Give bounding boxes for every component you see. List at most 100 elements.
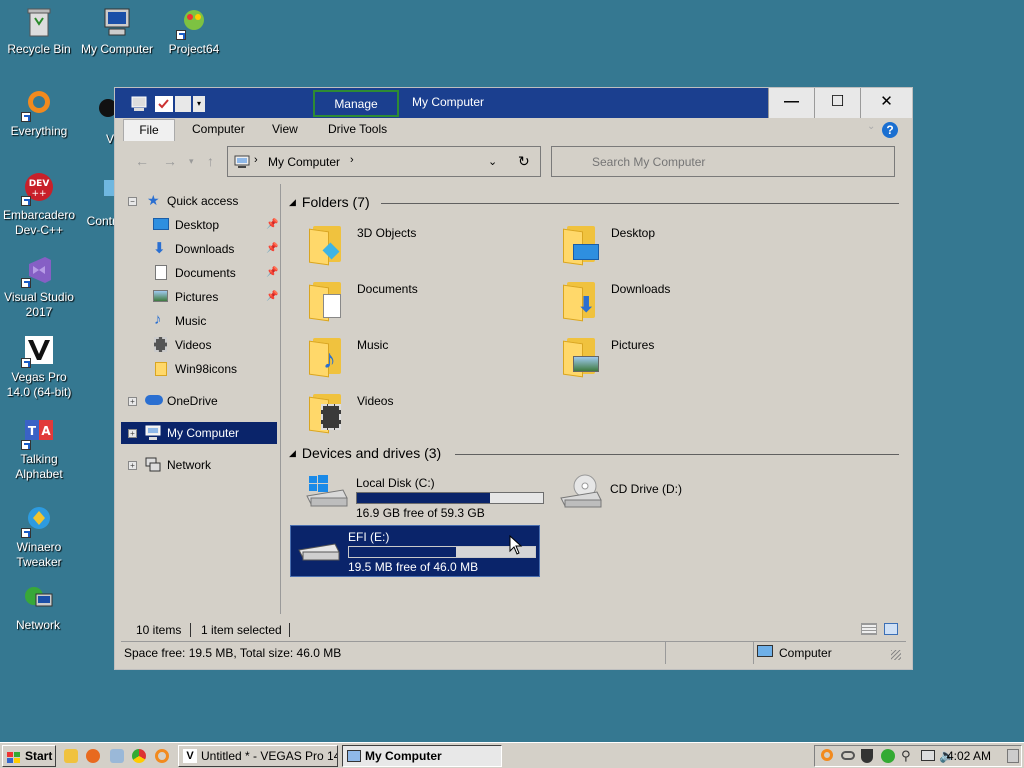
status-separator <box>665 642 666 664</box>
desktop-icon-devcpp[interactable]: DEV ++ Embarcadero Dev-C++ <box>1 172 77 238</box>
talking-alphabet-icon: TA <box>21 416 55 450</box>
project64-icon <box>176 6 210 40</box>
folder-item[interactable]: ⬇ Downloads <box>561 278 811 328</box>
tab-view[interactable]: View <box>272 122 298 136</box>
desktop-icon-talking-alphabet[interactable]: TA Talking Alphabet <box>1 416 77 482</box>
network-tray-icon[interactable] <box>921 750 935 761</box>
my-computer-icon <box>101 6 133 38</box>
qat-dropdown-icon[interactable]: ▾ <box>193 96 205 112</box>
drives-group-header[interactable]: ◢ Devices and drives (3) <box>289 445 441 461</box>
start-button[interactable]: Start <box>2 745 56 767</box>
nav-downloads[interactable]: ⬇ Downloads 📌 <box>121 238 278 260</box>
network-icon <box>22 582 54 614</box>
drive-item-e[interactable]: EFI (E:) 19.5 MB free of 46.0 MB <box>290 525 540 577</box>
details-view-icon[interactable] <box>861 623 877 635</box>
cloud-tray-icon[interactable] <box>841 751 855 760</box>
help-icon[interactable]: ? <box>882 122 898 138</box>
folder-item[interactable]: Documents <box>307 278 557 328</box>
up-arrow-icon[interactable]: ↑ <box>207 153 214 169</box>
taskbar-button-label: Untitled * - VEGAS Pro 14.0 <box>201 749 338 763</box>
desktop-icon-recycle-bin[interactable]: Recycle Bin <box>1 6 77 57</box>
desktop-icon-network[interactable]: Network <box>0 582 76 633</box>
folder-item[interactable]: 3D Objects <box>307 222 557 272</box>
pane-splitter[interactable] <box>280 184 281 614</box>
computer-address-icon <box>234 155 250 172</box>
firefox-quicklaunch-icon[interactable] <box>86 749 100 763</box>
close-button[interactable]: ✕ <box>860 88 912 118</box>
folder-item[interactable]: Videos <box>307 390 557 440</box>
pin-icon[interactable]: 📌 <box>266 243 278 254</box>
large-icons-view-icon[interactable] <box>884 623 898 635</box>
resize-grip-icon[interactable] <box>891 650 901 660</box>
folder-label: Music <box>357 338 389 352</box>
taskbar-button-my-computer[interactable]: My Computer <box>342 745 502 767</box>
pin-icon[interactable]: 📌 <box>266 219 278 230</box>
title-bar[interactable]: ▾ Manage My Computer — ☐ ✕ <box>115 88 912 118</box>
expand-icon[interactable]: + <box>128 461 137 470</box>
folder-item[interactable]: Desktop <box>561 222 811 272</box>
folders-group-header[interactable]: ◢ Folders (7) <box>289 194 370 210</box>
shield-tray-icon[interactable] <box>861 749 873 763</box>
desktop-icon-partial-v[interactable]: V <box>72 96 114 147</box>
search-input[interactable] <box>551 146 895 177</box>
tab-computer[interactable]: Computer <box>192 122 245 136</box>
nav-win98icons[interactable]: Win98icons <box>121 358 277 380</box>
address-dropdown-icon[interactable]: ⌄ <box>488 155 497 168</box>
desktop-icon-everything[interactable]: Everything <box>1 88 77 139</box>
nav-quick-access[interactable]: − ★ Quick access <box>121 190 277 212</box>
desktop-icon-visual-studio[interactable]: Visual Studio 2017 <box>1 254 77 320</box>
desktop-icon-winaero[interactable]: Winaero Tweaker <box>1 504 77 570</box>
search-quicklaunch-icon[interactable] <box>155 749 169 763</box>
nav-videos[interactable]: Videos <box>121 334 277 356</box>
breadcrumb-separator-icon: › <box>350 154 354 166</box>
expand-icon[interactable]: + <box>128 429 137 438</box>
computer-small-icon[interactable] <box>131 96 147 112</box>
pin-icon[interactable]: 📌 <box>266 291 278 302</box>
new-folder-icon[interactable] <box>175 96 191 112</box>
keyboard-quicklaunch-icon[interactable] <box>110 749 124 763</box>
ribbon-expand-icon[interactable]: ⌄ <box>867 121 875 132</box>
show-desktop-icon[interactable] <box>1007 749 1019 763</box>
window-title: My Computer <box>412 95 485 109</box>
folder-item[interactable]: ♪ Music <box>307 334 557 384</box>
folder-item[interactable]: Pictures <box>561 334 811 384</box>
explorer-quicklaunch-icon[interactable] <box>64 749 78 763</box>
chrome-quicklaunch-icon[interactable] <box>132 749 146 763</box>
back-arrow-icon[interactable]: ← <box>135 153 149 169</box>
nav-desktop[interactable]: Desktop 📌 <box>121 214 278 236</box>
pin-icon[interactable]: 📌 <box>266 267 278 278</box>
tab-drive-tools[interactable]: Drive Tools <box>328 122 387 136</box>
pictures-folder-icon <box>563 334 599 378</box>
clock[interactable]: 4:02 AM <box>947 749 991 763</box>
nav-network[interactable]: + Network <box>121 454 277 476</box>
collapse-icon[interactable]: − <box>128 197 137 206</box>
drive-item-d[interactable]: CD Drive (D:) <box>553 472 803 524</box>
taskbar-button-vegas[interactable]: V Untitled * - VEGAS Pro 14.0 <box>178 745 338 767</box>
update-tray-icon[interactable] <box>881 749 895 763</box>
forward-arrow-icon[interactable]: → <box>163 153 177 169</box>
nav-music[interactable]: ♪ Music <box>121 310 277 332</box>
tab-file[interactable]: File <box>123 119 175 141</box>
nav-onedrive[interactable]: + OneDrive <box>121 390 277 412</box>
desktop-icon-vegas[interactable]: Vegas Pro 14.0 (64-bit) <box>1 334 77 400</box>
maximize-button[interactable]: ☐ <box>814 88 860 118</box>
minimize-button[interactable]: — <box>768 88 814 118</box>
nav-pictures[interactable]: Pictures 📌 <box>121 286 278 308</box>
expand-icon[interactable]: + <box>128 397 137 406</box>
tab-manage[interactable]: Manage <box>313 90 399 117</box>
visual-studio-icon <box>21 254 55 288</box>
cloud-icon <box>145 395 163 405</box>
drive-item-c[interactable]: Local Disk (C:) 16.9 GB free of 59.3 GB <box>299 472 549 524</box>
desktop-icon-label: Talking Alphabet <box>15 452 63 481</box>
desktop-icon-my-computer[interactable]: My Computer <box>79 6 155 57</box>
desktop-icon-control-panel[interactable]: Contr <box>72 178 116 229</box>
nav-my-computer[interactable]: + My Computer <box>121 422 277 444</box>
desktop-icon-project64[interactable]: Project64 <box>156 6 232 57</box>
nav-documents[interactable]: Documents 📌 <box>121 262 278 284</box>
properties-icon[interactable] <box>155 96 173 112</box>
search-tray-icon[interactable] <box>821 749 833 761</box>
address-bar[interactable]: › My Computer › ⌄ ↻ <box>227 146 541 177</box>
refresh-icon[interactable]: ↻ <box>518 153 530 170</box>
usb-tray-icon[interactable]: ⚲ <box>901 748 911 764</box>
recent-locations-chevron-icon[interactable]: ▾ <box>189 156 194 167</box>
